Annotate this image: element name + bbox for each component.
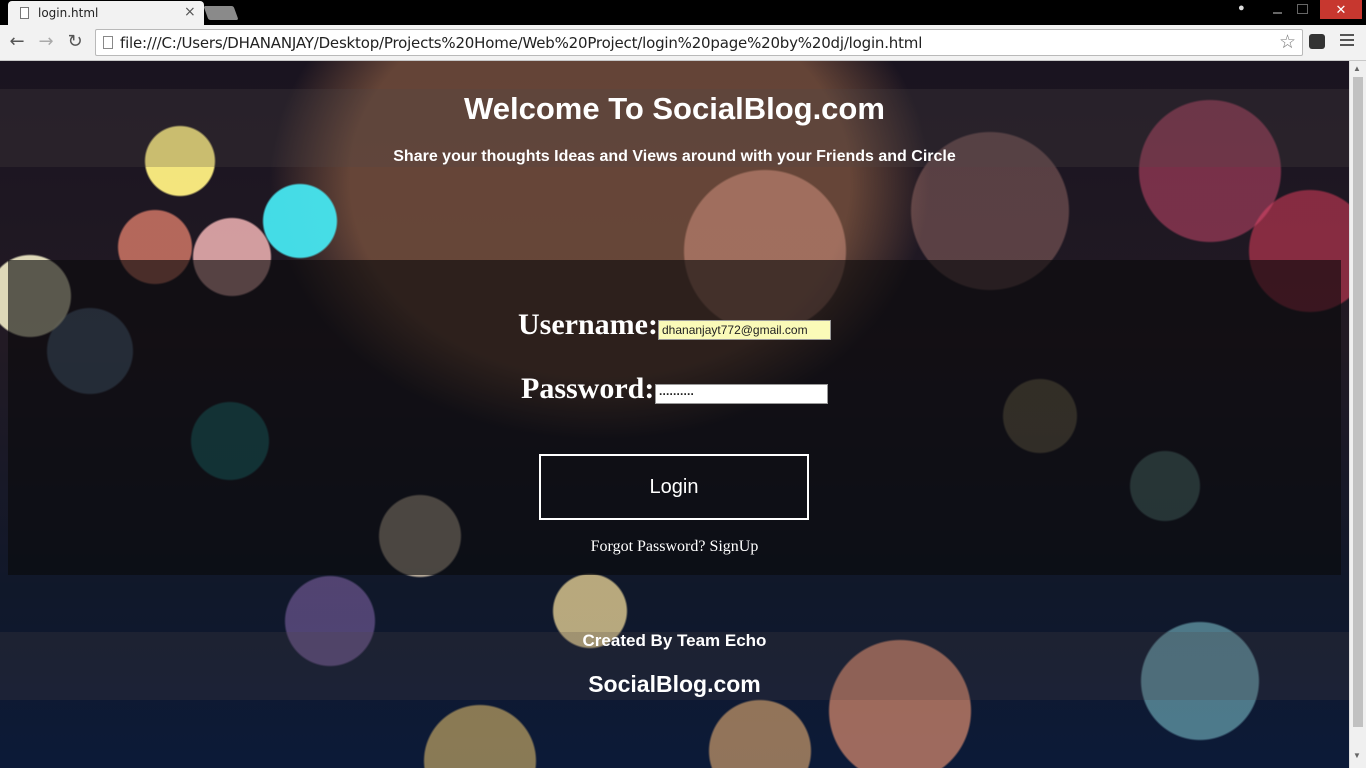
user-icon[interactable]: ● [1238, 2, 1245, 14]
extension-icon[interactable] [1309, 34, 1325, 49]
password-input[interactable]: ·········· [655, 384, 828, 404]
scroll-down-icon[interactable]: ▼ [1353, 751, 1361, 760]
forgot-password-link[interactable]: Forgot Password? [591, 538, 706, 555]
address-bar[interactable]: file:///C:/Users/DHANANJAY/Desktop/Proje… [95, 29, 1303, 56]
login-button[interactable]: Login [539, 454, 809, 520]
footer-credit: Created By Team Echo [582, 631, 767, 650]
maximize-button[interactable] [1297, 4, 1308, 14]
page-title: Welcome To SocialBlog.com [464, 91, 885, 126]
browser-toolbar: ← → ↻ file:///C:/Users/DHANANJAY/Desktop… [0, 25, 1366, 61]
menu-icon[interactable] [1340, 34, 1354, 50]
scroll-thumb[interactable] [1353, 77, 1363, 727]
forward-arrow-icon[interactable]: → [36, 32, 56, 52]
username-label: Username: [518, 308, 658, 341]
page-icon [20, 7, 29, 19]
star-icon[interactable]: ☆ [1279, 31, 1296, 54]
url-text[interactable]: file:///C:/Users/DHANANJAY/Desktop/Proje… [120, 34, 922, 52]
page-icon [103, 36, 113, 49]
vertical-scrollbar[interactable]: ▲ ▼ [1349, 61, 1366, 768]
tab-title: login.html [38, 6, 99, 20]
minimize-button[interactable] [1270, 2, 1286, 18]
tab-strip: login.html × ● ✕ [0, 0, 1366, 25]
page-viewport: Welcome To SocialBlog.com Share your tho… [0, 61, 1349, 768]
scroll-up-icon[interactable]: ▲ [1353, 64, 1361, 73]
new-tab-button[interactable] [203, 6, 239, 20]
tab-login[interactable]: login.html × [8, 1, 204, 25]
signup-link[interactable]: SignUp [709, 538, 758, 555]
back-arrow-icon[interactable]: ← [7, 32, 27, 52]
auth-links: Forgot Password? SignUp [8, 538, 1341, 556]
login-panel: Username: dhananjayt772@gmail.com Passwo… [8, 260, 1341, 575]
reload-icon[interactable]: ↻ [65, 32, 85, 52]
page-subtitle: Share your thoughts Ideas and Views arou… [393, 148, 956, 165]
close-tab-icon[interactable]: × [184, 4, 196, 20]
close-window-button[interactable]: ✕ [1320, 0, 1362, 19]
footer-brand: SocialBlog.com [588, 671, 761, 697]
username-input[interactable]: dhananjayt772@gmail.com [658, 320, 831, 340]
password-label: Password: [521, 372, 655, 405]
